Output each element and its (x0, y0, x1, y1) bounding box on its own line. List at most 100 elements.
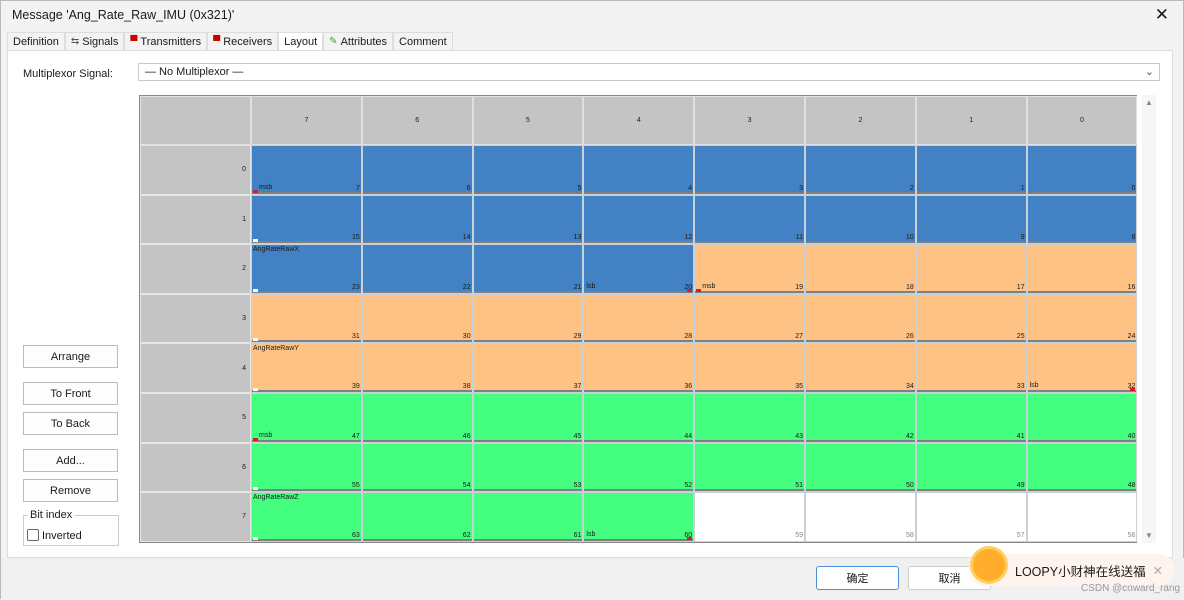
bit-cell[interactable]: 28 (583, 293, 695, 344)
bit-cell[interactable]: 62 (361, 492, 473, 542)
bit-cell[interactable]: 9 (915, 194, 1027, 245)
bit-number: 28 (684, 333, 693, 341)
bit-cell[interactable]: 5 (472, 145, 584, 195)
bit-cell[interactable]: 24 (1026, 293, 1138, 344)
close-icon[interactable]: ✕ (1155, 5, 1169, 25)
bit-cell[interactable]: 54 (361, 442, 473, 493)
bit-cell[interactable]: 60 lsb (583, 492, 695, 542)
tab-label: Receivers (223, 35, 273, 48)
tab-definition[interactable]: Definition (7, 32, 65, 50)
bit-cell[interactable]: 11 (694, 194, 805, 245)
tab-signals[interactable]: ⇆ Signals (64, 32, 125, 50)
bit-cell[interactable]: 10 (805, 194, 916, 245)
bit-cell[interactable]: 58 (805, 492, 916, 542)
signal-underline (584, 290, 694, 293)
bit-cell[interactable]: 36 (583, 343, 695, 393)
add-button[interactable]: Add... (23, 449, 118, 472)
bit-cell[interactable]: 6 (361, 145, 473, 195)
bit-cell[interactable]: 42 (805, 393, 916, 443)
bit-cell[interactable]: 1 (915, 145, 1027, 195)
bit-cell[interactable]: 13 (472, 194, 584, 245)
close-icon[interactable]: ✕ (1153, 563, 1163, 578)
bit-cell[interactable]: 15 (251, 194, 362, 245)
tab-receivers[interactable]: ▀ Receivers (207, 32, 279, 50)
bit-cell[interactable]: 50 (805, 442, 916, 493)
bit-cell[interactable]: 4 (583, 145, 695, 195)
bit-cell[interactable]: 17 (915, 244, 1027, 294)
bit-layout-grid[interactable]: 7 6 5 4 3 2 1 0 0 1 2 3 4 5 6 7 7 msb 6 5 4 3 2 1 0 15 14 13 12 11 10 9… (139, 95, 1138, 543)
signal-name: AngRateRawX (253, 246, 299, 254)
bit-cell[interactable]: 18 (805, 244, 916, 294)
to-back-button[interactable]: To Back (23, 412, 118, 435)
signal-underline (695, 489, 804, 492)
signal-underline (806, 290, 915, 293)
bit-number: 45 (573, 432, 582, 440)
bit-cell[interactable]: 61 (472, 492, 584, 542)
bit-cell[interactable]: 21 (472, 244, 584, 294)
bit-cell[interactable]: 55 (251, 442, 362, 493)
bit-number: 14 (462, 234, 471, 242)
bit-cell[interactable]: 38 (361, 343, 473, 393)
bit-cell[interactable]: 31 (251, 293, 362, 344)
bit-cell[interactable]: 44 (583, 393, 695, 443)
bit-number: 19 (795, 283, 803, 291)
bit-cell[interactable]: 52 (583, 442, 695, 493)
tab-transmitters[interactable]: ▀ Transmitters (124, 32, 208, 50)
tab-attributes[interactable]: ✎ Attributes (323, 32, 394, 50)
bit-cell[interactable]: 41 (915, 393, 1027, 443)
bit-cell[interactable]: 43 (694, 393, 805, 443)
vertical-scrollbar[interactable]: ▲ ▼ (1142, 95, 1156, 543)
bit-cell[interactable]: 37 (472, 343, 584, 393)
remove-button[interactable]: Remove (23, 479, 118, 502)
row-header: 2 (140, 244, 251, 294)
bit-cell[interactable]: 39 AngRateRawY (251, 343, 362, 393)
ok-button[interactable]: 确定 (816, 566, 899, 590)
bit-cell[interactable]: 63 AngRateRawZ (251, 492, 362, 542)
bit-cell[interactable]: 33 (915, 343, 1027, 393)
bit-cell[interactable]: 45 (472, 393, 584, 443)
bit-cell[interactable]: 51 (694, 442, 805, 493)
bit-cell[interactable]: 53 (472, 442, 584, 493)
signal-underline (252, 191, 361, 194)
scroll-down-icon[interactable]: ▼ (1145, 531, 1153, 540)
scroll-up-icon[interactable]: ▲ (1145, 98, 1153, 107)
bit-cell[interactable]: 27 (694, 293, 805, 344)
bit-cell[interactable]: 34 (805, 343, 916, 393)
bit-cell[interactable]: 35 (694, 343, 805, 393)
bit-cell[interactable]: 22 (361, 244, 473, 294)
bit-cell[interactable]: 20 lsb (583, 244, 695, 294)
bit-cell[interactable]: 49 (915, 442, 1027, 493)
bit-cell[interactable]: 56 (1026, 492, 1138, 542)
bit-cell[interactable]: 29 (472, 293, 584, 344)
bit-cell[interactable]: 57 (915, 492, 1027, 542)
bit-cell[interactable]: 25 (915, 293, 1027, 344)
bit-cell[interactable]: 48 (1026, 442, 1138, 493)
bit-cell[interactable]: 26 (805, 293, 916, 344)
bit-cell[interactable]: 14 (361, 194, 473, 245)
arrange-button[interactable]: Arrange (23, 345, 118, 368)
bit-cell[interactable]: 3 (694, 145, 805, 195)
signal-underline (695, 389, 804, 392)
bit-cell[interactable]: 0 (1026, 145, 1138, 195)
bit-cell[interactable]: 46 (361, 393, 473, 443)
bit-cell[interactable]: 7 msb (251, 145, 362, 195)
bit-cell[interactable]: 23 AngRateRawX (251, 244, 362, 294)
bit-cell[interactable]: 8 (1026, 194, 1138, 245)
bit-cell[interactable]: 12 (583, 194, 695, 245)
bit-cell[interactable]: 2 (805, 145, 916, 195)
bit-cell[interactable]: 40 (1026, 393, 1138, 443)
bit-cell[interactable]: 19 msb (694, 244, 805, 294)
bit-cell[interactable]: 32 lsb (1026, 343, 1138, 393)
bit-cell[interactable]: 47 msb (251, 393, 362, 443)
inverted-label[interactable]: Inverted (42, 530, 82, 542)
bit-cell[interactable]: 16 (1026, 244, 1138, 294)
tab-layout[interactable]: Layout (278, 32, 324, 50)
multiplexor-select[interactable]: — No Multiplexor — ⌄ (138, 63, 1160, 81)
inverted-checkbox[interactable] (27, 529, 39, 541)
to-front-button[interactable]: To Front (23, 382, 118, 405)
bit-number: 47 (352, 432, 360, 440)
signal-marker-icon (253, 437, 258, 441)
bit-cell[interactable]: 30 (361, 293, 473, 344)
bit-cell[interactable]: 59 (694, 492, 805, 542)
tab-comment[interactable]: Comment (393, 32, 453, 50)
